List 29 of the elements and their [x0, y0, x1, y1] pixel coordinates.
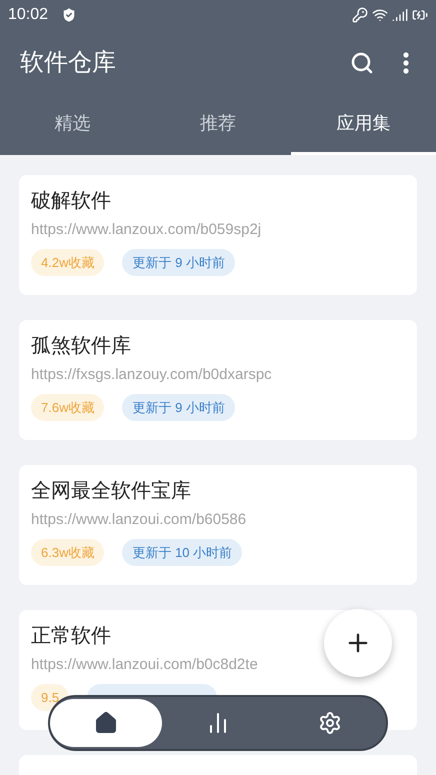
collection-url: https://www.lanzoui.com/b60586 [31, 510, 246, 530]
collection-title: 全网最全软件宝库 [31, 479, 191, 504]
collection-card[interactable]: 全网最全软件宝库 https://www.lanzoui.com/b60586 6.3w收藏 更新于 10 小时前 [19, 465, 417, 585]
tab[interactable]: 精选 [0, 95, 146, 155]
tab[interactable]: 应用集 [290, 95, 436, 155]
collection-card[interactable]: 破解软件 https://www.lanzoux.com/b059sp2j 4.2w收藏 更新于 9 小时前 [19, 175, 417, 295]
signal-icon [392, 7, 408, 23]
updated-tag: 更新于 9 小时前 [122, 249, 235, 276]
collection-title: 正常软件 [31, 624, 111, 649]
status-time: 10:02 [8, 5, 48, 25]
favorites-tag: 6.3w收藏 [31, 539, 104, 566]
home-icon [94, 711, 118, 735]
tab[interactable]: 推荐 [145, 95, 291, 155]
collection-url: https://fxsgs.lanzouy.com/b0dxarspc [31, 365, 272, 385]
app-title: 软件仓库 [20, 48, 117, 78]
settings-icon [318, 711, 342, 735]
key-icon [352, 7, 368, 23]
favorites-tag: 4.2w收藏 [31, 249, 104, 276]
updated-tag: 更新于 10 小时前 [122, 539, 242, 566]
wifi-icon [372, 7, 388, 23]
collection-title: 破解软件 [31, 189, 111, 214]
updated-tag: 更新于 9 小时前 [122, 394, 235, 421]
collection-card[interactable]: 孤煞软件库 https://fxsgs.lanzouy.com/b0dxarspc 7.6w收藏 更新于 9 小时前 [19, 320, 417, 440]
search-icon [350, 50, 374, 74]
collection-url: https://www.lanzoux.com/b059sp2j [31, 220, 262, 240]
favorites-tag: 7.6w收藏 [31, 394, 104, 421]
collection-title: 孤煞软件库 [31, 334, 131, 359]
collection-url: https://www.lanzoui.com/b0c8d2te [31, 655, 258, 675]
more-icon [403, 52, 409, 74]
